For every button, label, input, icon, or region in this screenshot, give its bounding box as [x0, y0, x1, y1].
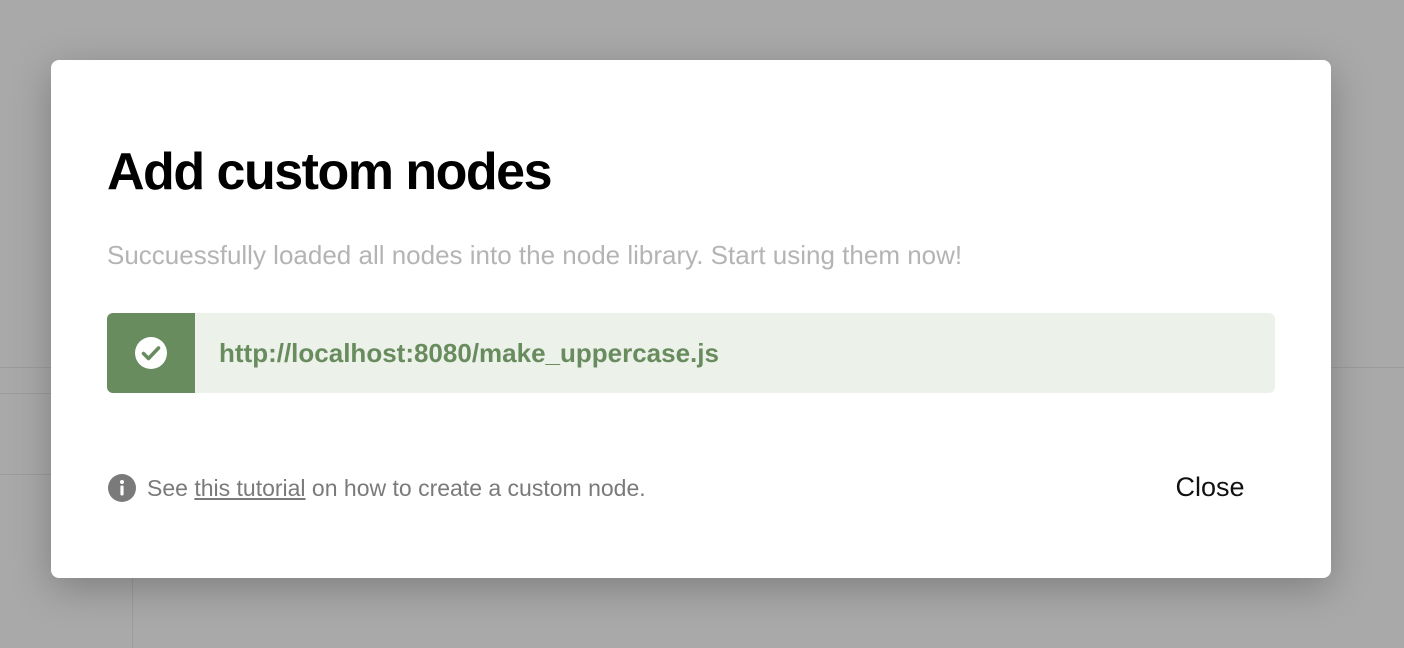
node-url: http://localhost:8080/make_uppercase.js [219, 338, 719, 368]
background-divider [0, 393, 51, 394]
add-custom-nodes-dialog: Add custom nodes Succuessfully loaded al… [51, 60, 1331, 578]
background-divider [132, 578, 133, 648]
hint-prefix: See [147, 474, 195, 501]
tutorial-hint: See this tutorial on how to create a cus… [107, 470, 646, 506]
check-circle-icon [134, 336, 168, 370]
tutorial-link[interactable]: this tutorial [194, 475, 305, 502]
background-divider [0, 474, 51, 475]
dialog-title: Add custom nodes [107, 143, 553, 201]
success-status-indicator [107, 313, 195, 393]
loaded-node-row: http://localhost:8080/make_uppercase.js [107, 313, 1275, 393]
hint-suffix: on how to create a custom node. [305, 474, 646, 501]
close-button[interactable]: Close [1155, 465, 1265, 509]
info-icon [107, 473, 137, 503]
dialog-subtitle: Succuessfully loaded all nodes into the … [107, 240, 963, 270]
